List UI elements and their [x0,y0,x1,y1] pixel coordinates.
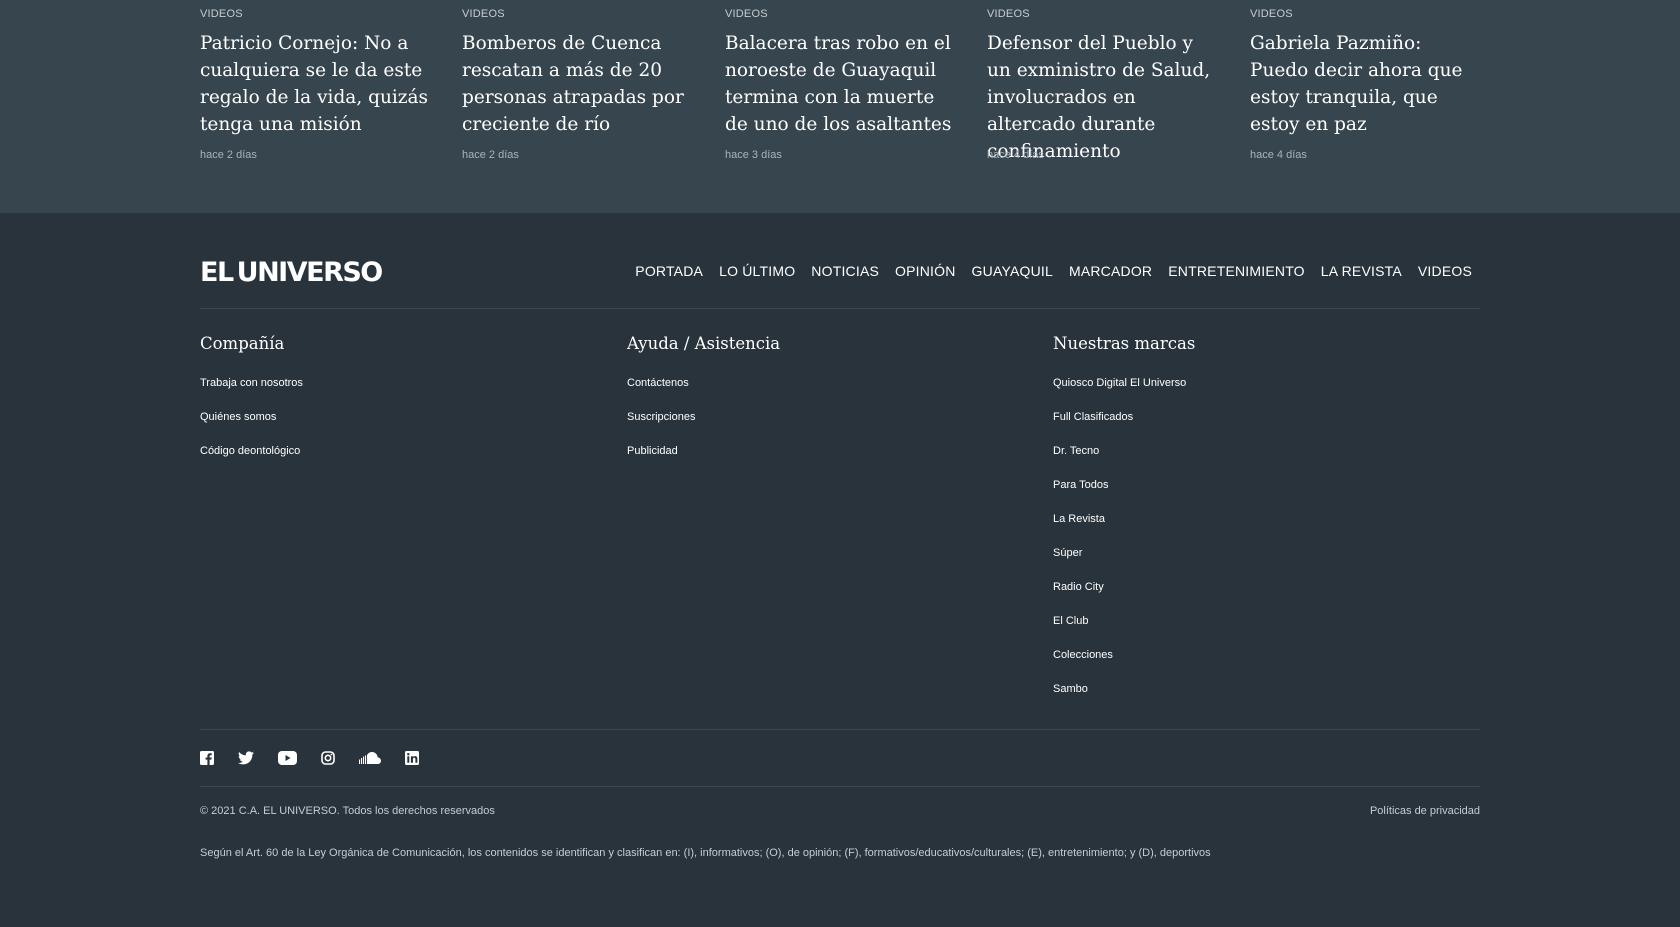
nav-lo-ultimo[interactable]: LO ÚLTIMO [719,263,795,279]
card-time: hace 2 días [200,149,257,161]
soundcloud-icon[interactable] [359,750,381,766]
footer-link[interactable]: Sambo [1053,683,1195,696]
card-title[interactable]: Defensor del Pueblo y un exministro de S… [987,30,1222,165]
logo-universo: UNIVERSO [236,257,384,288]
nav-entretenimiento[interactable]: ENTRETENIMIENTO [1168,263,1305,279]
card-category[interactable]: VIDEOS [725,8,768,20]
footer-link[interactable]: Trabaja con nosotros [200,377,303,390]
site-logo[interactable]: EL UNIVERSO [200,257,384,288]
social-links [200,750,443,766]
column-title: Nuestras marcas [1053,334,1196,353]
footer-nav: PORTADA LO ÚLTIMO NOTICIAS OPINIÓN GUAYA… [635,263,1472,279]
footer-link[interactable]: Colecciones [1053,649,1195,662]
nav-la-revista[interactable]: LA REVISTA [1321,263,1402,279]
footer-link[interactable]: El Club [1053,615,1195,628]
youtube-icon[interactable] [278,750,297,766]
nav-opinion[interactable]: OPINIÓN [895,263,956,279]
related-videos-strip: VIDEOS Patricio Cornejo: No a cualquiera… [0,0,1680,213]
footer-link[interactable]: Código deontológico [200,445,303,458]
card-category[interactable]: VIDEOS [462,8,505,20]
footer-link[interactable]: Suscripciones [627,411,780,424]
site-footer: EL UNIVERSO PORTADA LO ÚLTIMO NOTICIAS OP… [0,213,1680,927]
nav-marcador[interactable]: MARCADOR [1069,263,1152,279]
facebook-icon[interactable] [200,750,214,766]
card-time: hace 2 días [462,149,519,161]
twitter-icon[interactable] [238,750,254,766]
nav-videos[interactable]: VIDEOS [1418,263,1472,279]
card-title[interactable]: Balacera tras robo en el noroeste de Gua… [725,30,960,138]
footer-link[interactable]: Para Todos [1053,479,1195,492]
card-time: hace 3 días [725,149,782,161]
footer-link[interactable]: Radio City [1053,581,1195,594]
footer-link[interactable]: Contáctenos [627,377,780,390]
instagram-icon[interactable] [321,750,335,766]
footer-column-marcas: Nuestras marcas Quiosco Digital El Unive… [1053,334,1195,717]
copyright-text: © 2021 C.A. EL UNIVERSO. Todos los derec… [200,805,495,817]
privacy-policy-link[interactable]: Políticas de privacidad [1370,805,1480,817]
footer-link[interactable]: La Revista [1053,513,1195,526]
nav-noticias[interactable]: NOTICIAS [811,263,879,279]
nav-portada[interactable]: PORTADA [635,263,703,279]
divider [200,729,1480,730]
divider [200,786,1480,787]
legal-notice: Según el Art. 60 de la Ley Orgánica de C… [200,847,1211,859]
card-title[interactable]: Gabriela Pazmiño: Puedo decir ahora que … [1250,30,1485,138]
footer-link[interactable]: Quiosco Digital El Universo [1053,377,1195,390]
column-title: Compañía [200,334,285,353]
divider [200,308,1480,309]
card-title[interactable]: Bomberos de Cuenca rescatan a más de 20 … [462,30,697,138]
card-category[interactable]: VIDEOS [1250,8,1293,20]
card-category[interactable]: VIDEOS [987,8,1030,20]
footer-link[interactable]: Quiénes somos [200,411,303,424]
linkedin-icon[interactable] [405,750,419,766]
column-title: Ayuda / Asistencia [627,334,781,353]
nav-guayaquil[interactable]: GUAYAQUIL [972,263,1053,279]
footer-link[interactable]: Publicidad [627,445,780,458]
logo-el: EL [200,257,234,288]
footer-link[interactable]: Súper [1053,547,1195,560]
card-time: hace 4 días [1250,149,1307,161]
footer-column-ayuda: Ayuda / Asistencia Contáctenos Suscripci… [627,334,780,479]
footer-link[interactable]: Dr. Tecno [1053,445,1195,458]
card-title[interactable]: Patricio Cornejo: No a cualquiera se le … [200,30,435,138]
card-category[interactable]: VIDEOS [200,8,243,20]
footer-link[interactable]: Full Clasificados [1053,411,1195,424]
card-time: hace 4 días [987,149,1044,161]
footer-column-compania: Compañía Trabaja con nosotros Quiénes so… [200,334,303,479]
